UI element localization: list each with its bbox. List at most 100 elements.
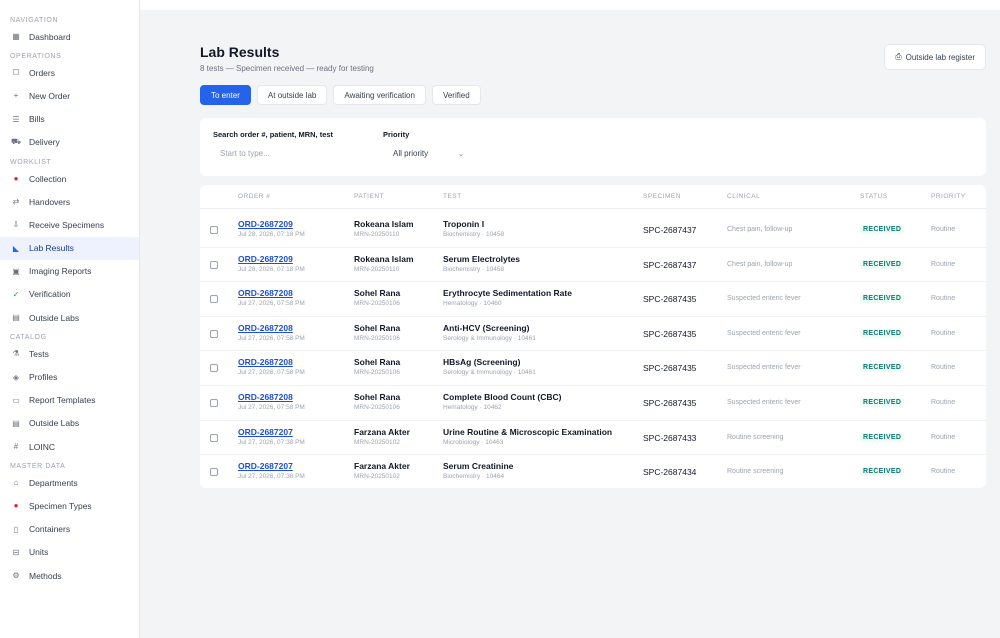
clinical-note: Chest pain, follow-up	[727, 226, 793, 233]
row-checkbox[interactable]	[210, 468, 218, 477]
column-header[interactable]: PATIENT	[354, 193, 384, 200]
patient-mrn: MRN-20250110	[354, 231, 400, 238]
priority-select[interactable]: All priority ⌄	[393, 149, 464, 158]
sidebar-item-lab-results[interactable]: ◣ Lab Results	[0, 236, 139, 260]
row-checkbox[interactable]	[210, 329, 218, 338]
sidebar-item-handovers[interactable]: ⇄ Handovers	[0, 190, 139, 213]
priority-value: Routine	[931, 260, 956, 268]
sidebar-item-loinc[interactable]: # LOINC	[0, 435, 139, 458]
sidebar-item-label: Receive Specimens	[29, 219, 105, 230]
status-badge: RECEIVED	[860, 398, 905, 407]
results-table: ORDER # PATIENT TEST SPECIMEN CLINICAL STATUS…	[200, 185, 986, 488]
patient-mrn: MRN-20250106	[354, 404, 400, 411]
column-header[interactable]: SPECIMEN	[643, 193, 681, 200]
sidebar-item-new-order[interactable]: + New Order	[0, 84, 139, 107]
patient-mrn: MRN-20250102	[354, 438, 400, 446]
sidebar-item-imaging-reports[interactable]: ▣ Imaging Reports	[0, 260, 139, 283]
sidebar: NAVIGATION ▦ Dashboard OPERATIONS ☐ Orders + Ne…	[0, 0, 140, 638]
specimen-id: SPC-2687434	[643, 467, 697, 478]
tab-at-outside-lab[interactable]: At outside lab	[256, 85, 328, 105]
clinical-note: Chest pain, follow-up	[727, 260, 793, 268]
row-checkbox[interactable]	[210, 260, 218, 269]
table-row[interactable]: ORD-2687208 Jul 27, 2026, 07:58 PM Sohel…	[200, 317, 986, 352]
row-checkbox[interactable]	[210, 399, 218, 407]
grid-icon: ▦	[12, 32, 20, 42]
sidebar-item-receive-specimens[interactable]: ⇩ Receive Specimens	[0, 213, 139, 236]
tab-to-enter[interactable]: To enter	[200, 85, 251, 105]
test-name: Anti-HCV (Screening)	[443, 322, 530, 333]
sidebar-item-methods[interactable]: ⚙ Methods	[0, 564, 139, 587]
main-content: Lab Results 8 tests — Specimen received …	[140, 10, 1000, 638]
sidebar-item-units[interactable]: ⊟ Units	[0, 541, 139, 564]
row-checkbox[interactable]	[210, 226, 218, 234]
patient-name: Sohel Rana	[354, 288, 401, 299]
status-badge: RECEIVED	[860, 432, 905, 442]
row-checkbox[interactable]	[210, 364, 218, 373]
tab-verified[interactable]: Verified	[431, 85, 481, 105]
sidebar-item-verification[interactable]: ✓ Verification	[0, 283, 139, 306]
sidebar-item-departments[interactable]: ⌂ Departments	[0, 471, 139, 494]
search-label: Search order #, patient, MRN, test	[213, 130, 334, 139]
sidebar-item-tests[interactable]: ⚗ Tests	[0, 342, 139, 365]
column-header[interactable]: CLINICAL	[727, 193, 760, 200]
table-row[interactable]: ORD-2687208 Jul 27, 2026, 07:58 PM Sohel…	[200, 351, 986, 386]
order-date: Jul 28, 2026, 07:18 PM	[238, 231, 305, 238]
priority-label: Priority	[383, 130, 410, 139]
sidebar-item-outside-labs[interactable]: ▤ Outside Labs	[0, 412, 139, 435]
priority-value: Routine	[931, 433, 956, 441]
table-row[interactable]: ORD-2687207 Jul 27, 2026, 07:38 PM Farza…	[200, 455, 986, 488]
table-row[interactable]: ORD-2687207 Jul 27, 2026, 07:38 PM Farza…	[200, 421, 986, 456]
column-header[interactable]: TEST	[443, 193, 462, 200]
sidebar-item-dashboard[interactable]: ▦ Dashboard	[0, 25, 139, 48]
order-link[interactable]: ORD-2687208	[238, 288, 305, 298]
specimen-id: SPC-2687435	[643, 363, 697, 374]
sidebar-item-delivery[interactable]: ⛟ Delivery	[0, 131, 139, 154]
table-row[interactable]: ORD-2687208 Jul 27, 2026, 07:58 PM Sohel…	[200, 386, 986, 421]
column-header[interactable]: PRIORITY	[931, 193, 966, 200]
tab-awaiting-verification[interactable]: Awaiting verification	[333, 85, 426, 105]
sidebar-item-report-templates[interactable]: ▭ Report Templates	[0, 389, 139, 412]
specimen-id: SPC-2687433	[643, 432, 697, 443]
test-department: Serology & Immunology · 10461	[443, 334, 536, 342]
sidebar-section-label: CATALOG	[10, 334, 47, 342]
sidebar-item-bills[interactable]: ☰ Bills	[0, 108, 139, 131]
order-link[interactable]: ORD-2687208	[238, 357, 305, 367]
sidebar-item-label: Dashboard	[29, 31, 71, 42]
column-header[interactable]: ORDER #	[238, 193, 270, 200]
sidebar-item-label: Methods	[29, 570, 62, 581]
priority-value: Routine	[931, 364, 956, 372]
sidebar-item-profiles[interactable]: ◈ Profiles	[0, 365, 139, 388]
order-link[interactable]: ORD-2687208	[238, 392, 305, 402]
sidebar-item-label: Collection	[29, 173, 67, 184]
priority-value: Routine	[931, 329, 956, 337]
row-checkbox[interactable]	[210, 295, 218, 304]
column-header[interactable]: STATUS	[860, 193, 888, 200]
sidebar-item-specimen-types[interactable]: ● Specimen Types	[0, 494, 139, 517]
order-link[interactable]: ORD-2687209	[238, 254, 305, 264]
sidebar-item-orders[interactable]: ☐ Orders	[0, 61, 139, 84]
order-link[interactable]: ORD-2687207	[238, 461, 305, 471]
table-row[interactable]: ORD-2687209 Jul 28, 2026, 07:18 PM Rokea…	[200, 213, 986, 248]
specimen-id: SPC-2687437	[643, 225, 697, 235]
truck-icon: ⛟	[10, 137, 22, 147]
sidebar-item-collection[interactable]: ● Collection	[0, 167, 139, 190]
test-department: Hematology · 10460	[443, 300, 502, 308]
chevron-down-icon: ⌄	[458, 150, 464, 158]
sidebar-item-label: Tests	[29, 348, 49, 359]
droplet-icon: ●	[13, 174, 19, 184]
sidebar-item-containers[interactable]: ▯ Containers	[0, 518, 139, 541]
sidebar-item-label: Units	[29, 547, 49, 558]
search-input[interactable]: Start to type...	[220, 149, 270, 158]
clinical-note: Suspected enteric fever	[727, 329, 801, 337]
table-row[interactable]: ORD-2687208 Jul 27, 2026, 07:58 PM Sohel…	[200, 282, 986, 317]
clinical-note: Suspected enteric fever	[727, 364, 801, 372]
outside-lab-register-button[interactable]: ⎙ Outside lab register	[884, 44, 986, 70]
table-row[interactable]: ORD-2687209 Jul 28, 2026, 07:18 PM Rokea…	[200, 248, 986, 283]
order-link[interactable]: ORD-2687207	[238, 427, 305, 437]
row-checkbox[interactable]	[210, 433, 218, 442]
order-link[interactable]: ORD-2687209	[238, 219, 305, 229]
order-link[interactable]: ORD-2687208	[238, 323, 305, 333]
patient-name: Rokeana Islam	[354, 219, 414, 229]
sidebar-item-outside-labs[interactable]: ▤ Outside Labs	[0, 306, 139, 329]
status-tabs: To enter At outside lab Awaiting verific…	[200, 85, 481, 105]
